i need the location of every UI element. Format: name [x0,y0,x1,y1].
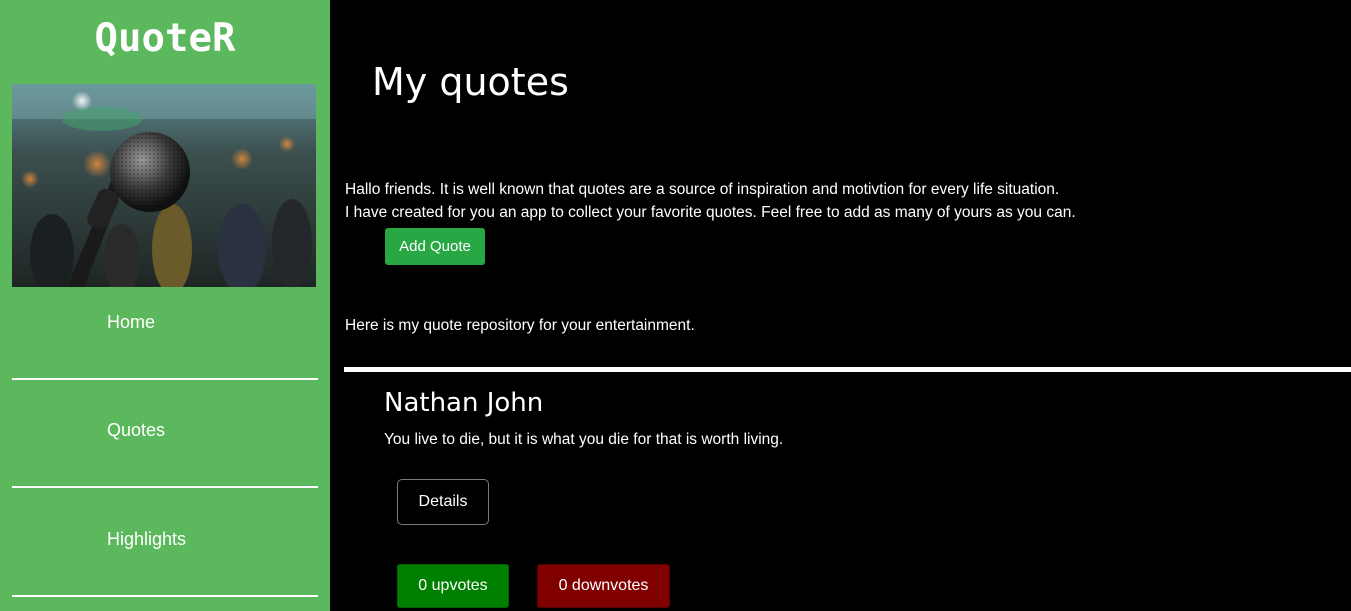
downvote-button[interactable]: 0 downvotes [537,564,670,608]
add-quote-button[interactable]: Add Quote [385,228,485,265]
sidebar-item-label: Highlights [107,529,187,549]
sidebar-item-label: Home [107,312,156,332]
details-button[interactable]: Details [397,479,489,525]
quote-text: You live to die, but it is what you die … [384,431,784,448]
sidebar-item-highlights[interactable]: Highlights [12,489,318,597]
main-content: My quotes Hallo friends. It is well know… [330,0,1351,611]
intro-line-1: Hallo friends. It is well known that quo… [345,181,1060,198]
sidebar: QuoteR Home Quotes Highlights [0,0,330,611]
upvote-button[interactable]: 0 upvotes [397,564,509,608]
quote-author: Nathan John [384,388,544,418]
brand-logo[interactable]: QuoteR [0,14,330,64]
intro-line-2: I have created for you an app to collect… [345,204,1076,221]
page-title: My quotes [372,60,569,104]
hero-image [12,84,316,287]
sidebar-item-quotes[interactable]: Quotes [12,380,318,488]
sidebar-item-home[interactable]: Home [12,272,318,380]
sidebar-item-label: Quotes [107,420,166,440]
repository-text: Here is my quote repository for your ent… [345,317,695,334]
intro-text: Hallo friends. It is well known that quo… [345,178,1076,224]
divider [344,367,1351,372]
